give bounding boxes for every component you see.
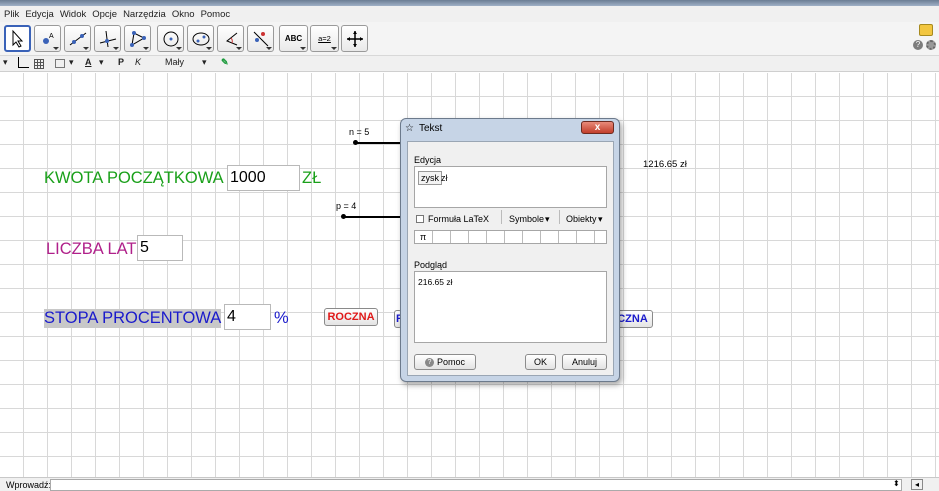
symbols-menu[interactable]: Symbole [509, 214, 544, 224]
objects-menu[interactable]: Obiekty [566, 214, 597, 224]
text-color-dropdown-icon[interactable]: ▾ [99, 57, 104, 68]
menu-bar: Plik Edycja Widok Opcje Narzędzia Okno P… [0, 6, 939, 22]
lat-input[interactable]: 5 [137, 235, 183, 261]
separator [501, 210, 502, 224]
lat-label: LICZBA LAT [46, 240, 137, 258]
stopa-label: STOPA PROCENTOWA [44, 309, 222, 328]
separator [559, 210, 560, 224]
stopa-unit: % [274, 309, 289, 327]
text-tool-label: ABC [284, 34, 303, 43]
slider-p-label: p = 4 [336, 201, 357, 211]
move-tool-button[interactable] [4, 25, 31, 52]
style-bar: ▾ ▾ A ▾ P K Mały ▾ ✎ [0, 56, 939, 72]
star-icon: ☆ [405, 123, 414, 134]
edit-section-label: Edycja [414, 155, 442, 165]
toolbar: A ABC a=2 [0, 22, 939, 56]
line-icon [69, 32, 86, 45]
input-label: Wprowadź: [6, 480, 52, 490]
preview-section-label: Podgląd [414, 260, 448, 270]
polygon-tool-button[interactable] [124, 25, 151, 52]
input-bar: Wprowadź: ⬍ ◂ [0, 477, 939, 491]
circle-tool-button[interactable] [157, 25, 184, 52]
polygon-icon [129, 30, 146, 47]
text-color-icon[interactable]: A [85, 57, 92, 67]
menu-help[interactable]: Pomoc [201, 9, 231, 20]
text-tool-button[interactable]: ABC [279, 25, 308, 52]
menu-options[interactable]: Opcje [92, 9, 117, 20]
kwota-unit: ZŁ [302, 169, 322, 187]
edit-text-area[interactable]: zysk zł [414, 166, 607, 208]
font-size-dropdown-icon[interactable]: ▾ [202, 57, 207, 68]
dialog-title: Tekst [419, 123, 443, 134]
point-icon: A [42, 33, 54, 44]
spinner-icon[interactable]: ⬍ [893, 479, 900, 488]
slider-p-handle[interactable] [341, 214, 346, 219]
point-style-icon[interactable] [55, 59, 65, 68]
slider-n-track[interactable] [355, 142, 400, 144]
conic-tool-button[interactable] [187, 25, 214, 52]
undo-icon[interactable] [919, 24, 933, 36]
slider-tool-label: a=2 [318, 34, 331, 43]
objects-dropdown-icon[interactable]: ▾ [598, 214, 603, 225]
text-dialog: ☆ Tekst x Edycja zysk zł Formuła LaTeX S… [400, 118, 620, 382]
kwota-label: KWOTA POCZĄTKOWA [44, 169, 224, 187]
point-style-dropdown-icon[interactable]: ▾ [69, 57, 74, 68]
slider-tool-button[interactable]: a=2 [310, 25, 339, 52]
axes-icon[interactable] [18, 57, 29, 68]
help-icon: ? [424, 357, 434, 367]
perpendicular-icon [99, 30, 116, 47]
symbols-dropdown-icon[interactable]: ▾ [545, 214, 550, 225]
roczna-button[interactable]: ROCZNA [324, 308, 378, 326]
result-text: 1216.65 zł [643, 159, 687, 170]
collapse-icon[interactable]: ◂ [911, 479, 923, 490]
italic-button[interactable]: K [135, 57, 141, 67]
stopa-input[interactable]: 4 [224, 304, 271, 330]
menu-file[interactable]: Plik [4, 9, 19, 20]
dialog-body: Edycja zysk zł Formuła LaTeX Symbole ▾ O… [407, 141, 614, 376]
edit-static-text: zł [441, 173, 448, 183]
gear-icon[interactable] [926, 40, 936, 50]
preview-text: 216.65 zł [418, 277, 453, 287]
point-tool-button[interactable]: A [34, 25, 61, 52]
font-size-select[interactable]: Mały [165, 57, 184, 67]
dynamic-object-chip[interactable]: zysk [418, 171, 442, 185]
ellipse-icon [192, 32, 209, 45]
menu-window[interactable]: Okno [172, 9, 195, 20]
latex-checkbox[interactable] [416, 215, 424, 223]
move-graphics-tool-button[interactable] [341, 25, 368, 52]
kwota-input[interactable]: 1000 [227, 165, 300, 191]
help-icon[interactable]: ? [913, 40, 923, 50]
perpendicular-tool-button[interactable] [94, 25, 121, 52]
reflect-tool-button[interactable] [247, 25, 274, 52]
input-field[interactable] [50, 479, 902, 491]
slider-n-label: n = 5 [349, 127, 370, 137]
slider-p-track[interactable] [343, 216, 400, 218]
symbol-row[interactable]: π [414, 230, 607, 244]
help-button[interactable]: ? Pomoc [414, 354, 476, 370]
move-cross-icon [346, 30, 363, 47]
menu-tools[interactable]: Narzędzia [123, 9, 166, 20]
svg-text:A: A [49, 33, 54, 40]
arrow-cursor-icon [12, 29, 23, 48]
pin-icon[interactable]: ✎ [221, 57, 229, 68]
angle-icon [225, 32, 237, 45]
menu-edit[interactable]: Edycja [25, 9, 54, 20]
latex-label: Formuła LaTeX [428, 214, 490, 224]
ok-button[interactable]: OK [525, 354, 556, 370]
slider-n-handle[interactable] [353, 140, 358, 145]
angle-tool-button[interactable] [217, 25, 244, 52]
pi-symbol[interactable]: π [420, 232, 426, 242]
preview-area: 216.65 zł [414, 271, 607, 343]
cancel-button[interactable]: Anuluj [562, 354, 607, 370]
reflect-icon [253, 31, 268, 46]
line-tool-button[interactable] [64, 25, 91, 52]
circle-icon [163, 31, 178, 46]
menu-view[interactable]: Widok [60, 9, 86, 20]
help-button-label: Pomoc [436, 357, 465, 367]
bold-button[interactable]: P [118, 57, 124, 67]
stylebar-toggle-icon[interactable]: ▾ [3, 57, 8, 68]
grid-icon[interactable] [34, 59, 44, 69]
close-button[interactable]: x [581, 121, 614, 134]
